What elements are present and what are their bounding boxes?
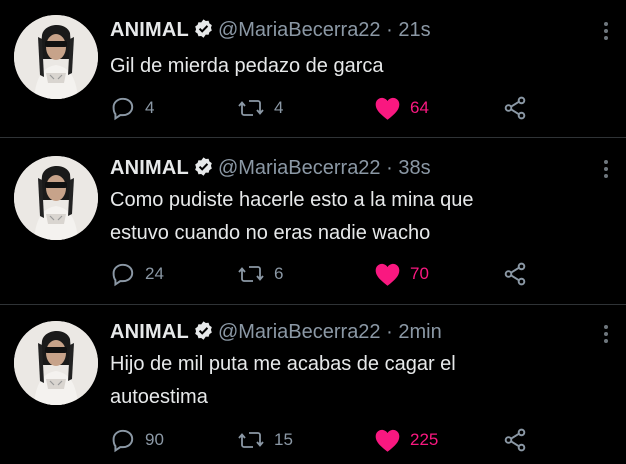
like-button[interactable]: 70 [374, 260, 429, 288]
share-icon [502, 95, 528, 121]
verified-badge-icon [193, 156, 214, 183]
handle[interactable]: @MariaBecerra22 [218, 157, 381, 179]
verified-badge-icon [193, 18, 214, 45]
heart-icon [374, 428, 401, 453]
more-options-icon[interactable] [604, 160, 610, 181]
reply-count: 24 [145, 264, 164, 283]
tweet-actions: 24 6 70 [110, 260, 560, 288]
reply-button[interactable]: 24 [110, 260, 164, 288]
share-button[interactable] [502, 426, 528, 454]
display-name[interactable]: ANIMAL [110, 19, 189, 41]
separator: · [386, 157, 393, 179]
retweet-icon [237, 95, 265, 121]
heart-icon [374, 262, 401, 287]
more-options-icon[interactable] [604, 22, 610, 43]
tweet-actions: 90 15 225 [110, 426, 560, 454]
timestamp[interactable]: 21s [398, 19, 430, 41]
retweet-count: 15 [274, 430, 293, 449]
avatar[interactable] [14, 15, 98, 99]
avatar[interactable] [14, 321, 98, 405]
tweet-header: ANIMAL @MariaBecerra22 · 2min [110, 320, 442, 347]
tweet-text: Hijo de mil puta me acabas de cagar el a… [110, 348, 590, 414]
tweet[interactable]: ANIMAL @MariaBecerra22 · 2min Hijo de mil… [0, 305, 626, 464]
display-name[interactable]: ANIMAL [110, 157, 189, 179]
reply-icon [110, 427, 136, 453]
like-count: 70 [410, 264, 429, 283]
reply-icon [110, 261, 136, 287]
share-icon [502, 427, 528, 453]
tweet-text-line: Hijo de mil puta me acabas de cagar el [110, 353, 456, 375]
tweet-actions: 4 4 64 [110, 94, 560, 122]
like-count: 225 [410, 430, 439, 449]
tweet-text-line: Como pudiste hacerle esto a la mina que [110, 189, 474, 211]
more-options-icon[interactable] [604, 325, 610, 346]
tweet-text: Gil de mierda pedazo de garca [110, 50, 590, 83]
retweet-icon [237, 261, 265, 287]
tweet-text-line: Gil de mierda pedazo de garca [110, 55, 384, 77]
tweet[interactable]: ANIMAL @MariaBecerra22 · 38s Como pudiste… [0, 138, 626, 304]
heart-icon [374, 96, 401, 121]
retweet-count: 6 [274, 264, 284, 283]
reply-button[interactable]: 4 [110, 94, 154, 122]
timestamp[interactable]: 38s [398, 157, 430, 179]
avatar[interactable] [14, 156, 98, 240]
timestamp[interactable]: 2min [398, 321, 441, 343]
tweet-text: Como pudiste hacerle esto a la mina que … [110, 184, 590, 250]
verified-badge-icon [193, 320, 214, 347]
tweet-header: ANIMAL @MariaBecerra22 · 38s [110, 156, 431, 183]
display-name[interactable]: ANIMAL [110, 321, 189, 343]
separator: · [386, 321, 393, 343]
retweet-count: 4 [274, 98, 284, 117]
like-button[interactable]: 225 [374, 426, 438, 454]
reply-count: 90 [145, 430, 164, 449]
share-icon [502, 261, 528, 287]
tweet-text-line: estuvo cuando no eras nadie wacho [110, 222, 431, 244]
reply-icon [110, 95, 136, 121]
share-button[interactable] [502, 260, 528, 288]
share-button[interactable] [502, 94, 528, 122]
tweet-header: ANIMAL @MariaBecerra22 · 21s [110, 18, 431, 45]
handle[interactable]: @MariaBecerra22 [218, 19, 381, 41]
like-button[interactable]: 64 [374, 94, 429, 122]
timeline: ANIMAL @MariaBecerra22 · 21s Gil de mierd… [0, 0, 626, 464]
handle[interactable]: @MariaBecerra22 [218, 321, 381, 343]
retweet-button[interactable]: 6 [237, 260, 283, 288]
tweet-text-line: autoestima [110, 386, 208, 408]
separator: · [386, 19, 393, 41]
reply-count: 4 [145, 98, 155, 117]
retweet-button[interactable]: 15 [237, 426, 293, 454]
reply-button[interactable]: 90 [110, 426, 164, 454]
like-count: 64 [410, 98, 429, 117]
retweet-icon [237, 427, 265, 453]
tweet[interactable]: ANIMAL @MariaBecerra22 · 21s Gil de mierd… [0, 0, 626, 137]
retweet-button[interactable]: 4 [237, 94, 283, 122]
